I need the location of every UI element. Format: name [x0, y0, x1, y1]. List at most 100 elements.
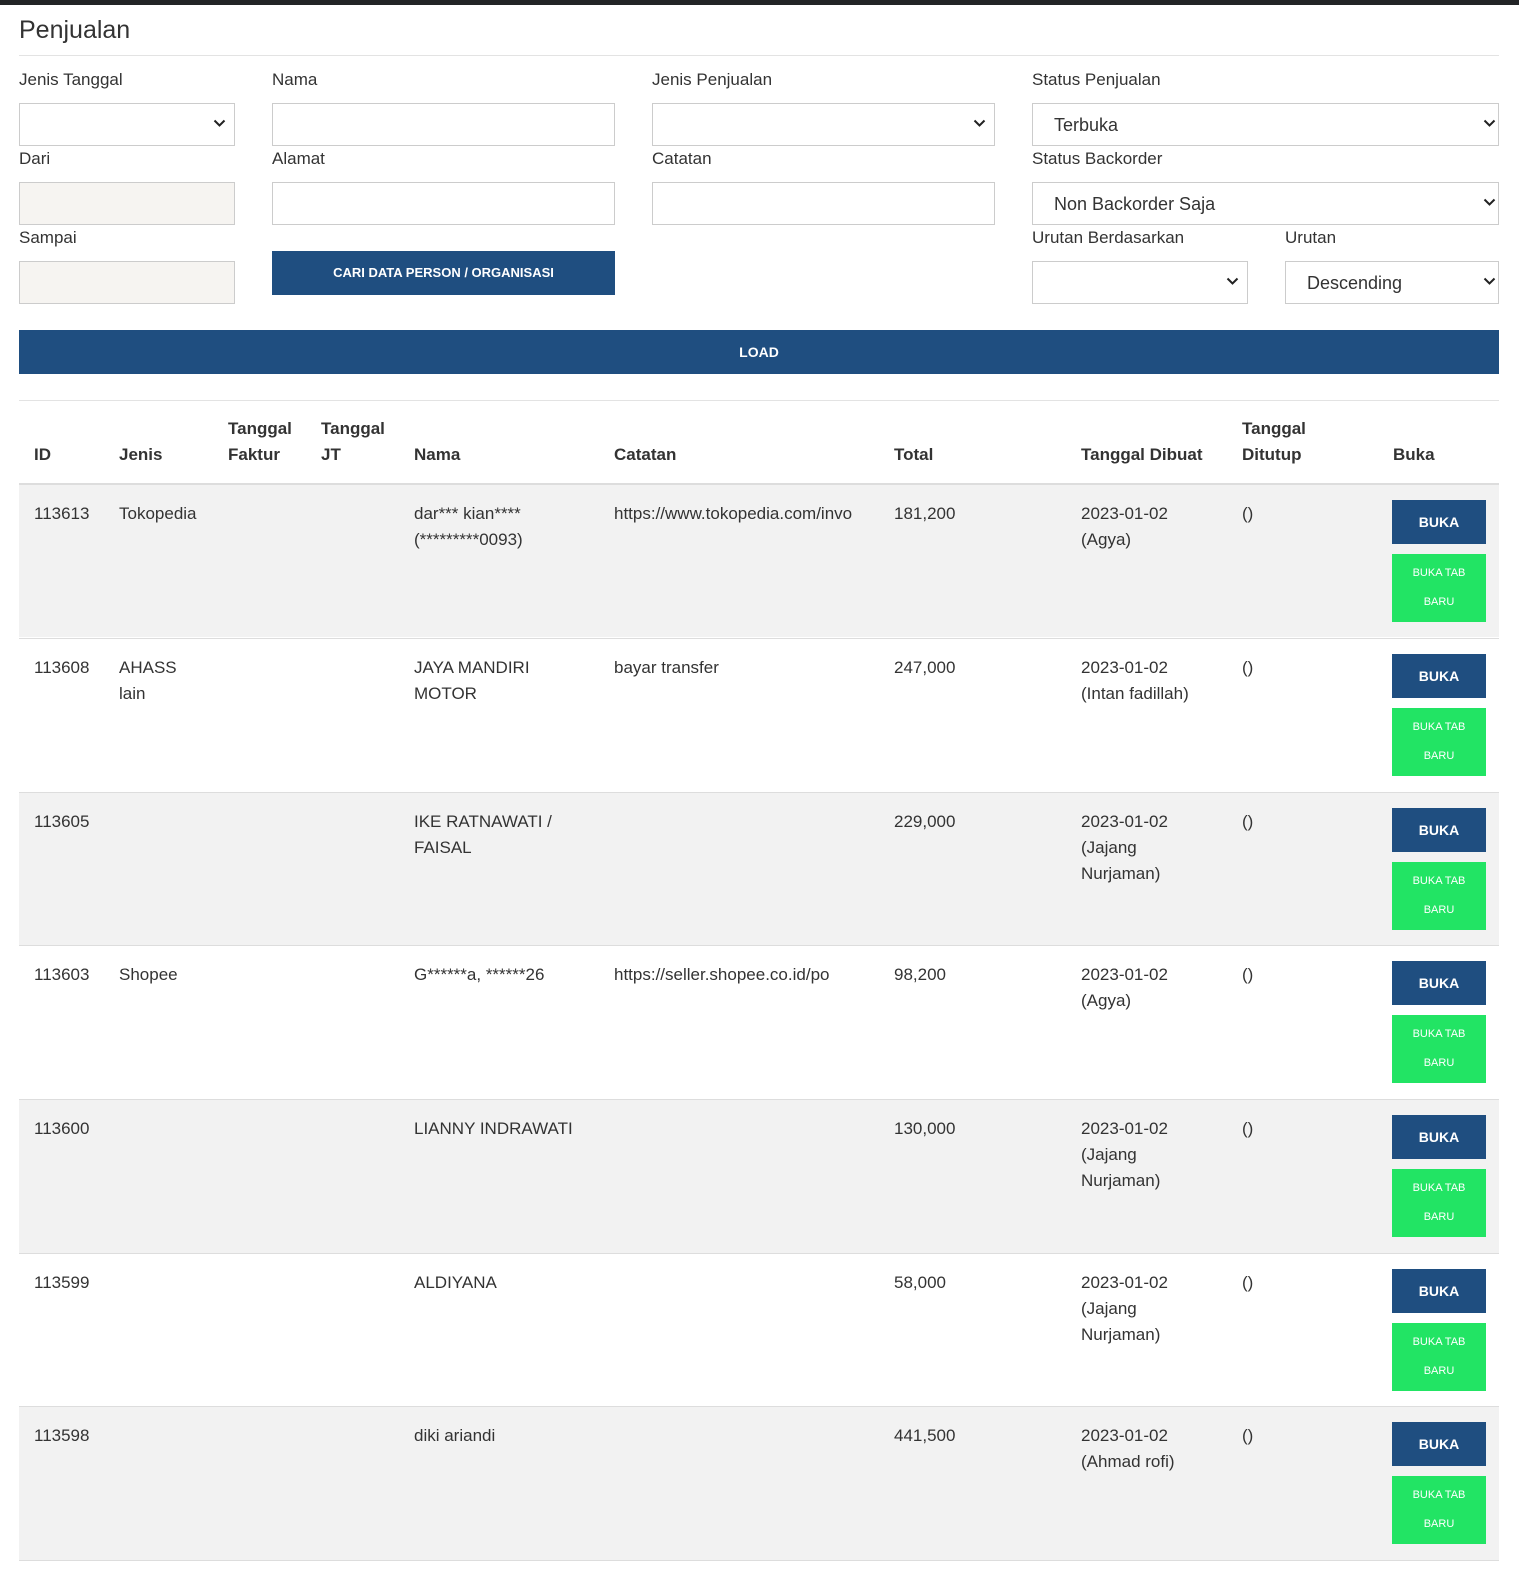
baru-label: BARU: [1423, 1365, 1455, 1377]
top-bar: [0, 0, 1519, 5]
section-divider: [19, 400, 1499, 401]
load-button[interactable]: LOAD: [19, 330, 1499, 374]
buka-tab-label: BUKA TAB: [1412, 567, 1466, 579]
cell-tanggal-ditutup: (): [1242, 965, 1254, 984]
buka-tab-baru-button[interactable]: BUKA TAB BARU: [1392, 1476, 1486, 1544]
cari-data-person-button[interactable]: CARI DATA PERSON / ORGANISASI: [272, 251, 615, 295]
status-penjualan-select[interactable]: Terbuka: [1032, 103, 1499, 146]
dari-date-input[interactable]: [19, 182, 235, 225]
urutan-berdasarkan-select[interactable]: [1032, 261, 1248, 304]
status-backorder-label: Status Backorder: [1032, 149, 1163, 168]
header-catatan[interactable]: Catatan: [614, 442, 676, 468]
cell-id: 113603: [34, 965, 90, 984]
cell-catatan: https://www.tokopedia.com/invo: [614, 504, 853, 523]
buka-button[interactable]: BUKA: [1392, 961, 1486, 1005]
cell-total: 58,000: [894, 1273, 946, 1292]
chevron-down-icon: [213, 119, 226, 127]
status-backorder-select[interactable]: Non Backorder Saja: [1032, 182, 1499, 225]
sampai-date-input[interactable]: [19, 261, 235, 304]
buka-tab-baru-button[interactable]: BUKA TAB BARU: [1392, 554, 1486, 622]
cell-tanggal-ditutup: (): [1242, 1426, 1254, 1445]
cell-id: 113599: [34, 1273, 90, 1292]
urutan-value: Descending: [1307, 273, 1403, 293]
buka-tab-label: BUKA TAB: [1412, 1182, 1466, 1194]
header-tanggal-dibuat[interactable]: Tanggal Dibuat: [1081, 442, 1203, 468]
header-nama[interactable]: Nama: [414, 442, 460, 468]
cell-tanggal-ditutup: (): [1242, 504, 1254, 523]
buka-button[interactable]: BUKA: [1392, 1422, 1486, 1466]
table-row: 113599 ALDIYANA 58,000 2023-01-02 (Jajan…: [19, 1253, 1499, 1407]
cell-total: 130,000: [894, 1119, 956, 1138]
cell-nama: diki ariandi: [414, 1426, 496, 1445]
buka-tab-baru-button[interactable]: BUKA TAB BARU: [1392, 1323, 1486, 1391]
header-tanggal-ditutup[interactable]: Tanggal Ditutup: [1242, 416, 1306, 468]
status-backorder-value: Non Backorder Saja: [1054, 194, 1216, 214]
cell-tanggal-dibuat: 2023-01-02 (Jajang Nurjaman): [1081, 812, 1168, 883]
catatan-label: Catatan: [652, 149, 712, 168]
urutan-select[interactable]: Descending: [1285, 261, 1499, 304]
buka-tab-label: BUKA TAB: [1412, 875, 1466, 887]
header-tanggal-jt[interactable]: Tanggal JT: [321, 416, 385, 468]
alamat-input[interactable]: [272, 182, 615, 225]
header-id[interactable]: ID: [34, 442, 51, 468]
buka-tab-baru-button[interactable]: BUKA TAB BARU: [1392, 708, 1486, 776]
cell-total: 441,500: [894, 1426, 956, 1445]
table-row: 113603 Shopee G******a, ******26 https:/…: [19, 945, 1499, 1099]
urutan-berdasarkan-label: Urutan Berdasarkan: [1032, 228, 1185, 247]
cell-tanggal-ditutup: (): [1242, 812, 1254, 831]
chevron-down-icon: [1483, 119, 1496, 127]
header-tanggal-faktur[interactable]: Tanggal Faktur: [228, 416, 292, 468]
dari-label: Dari: [19, 149, 51, 168]
buka-tab-baru-button[interactable]: BUKA TAB BARU: [1392, 862, 1486, 930]
cell-nama: IKE RATNAWATI / FAISAL: [414, 812, 552, 857]
status-penjualan-label: Status Penjualan: [1032, 70, 1161, 89]
header-jenis[interactable]: Jenis: [119, 442, 162, 468]
chevron-down-icon: [973, 119, 986, 127]
cell-tanggal-ditutup: (): [1242, 1119, 1254, 1138]
jenis-tanggal-select[interactable]: [19, 103, 235, 146]
table-row: 113613 Tokopedia dar*** kian**** (******…: [19, 483, 1499, 637]
cell-nama: ALDIYANA: [414, 1273, 497, 1292]
table-row: 113608 AHASS lain JAYA MANDIRI MOTOR bay…: [19, 638, 1499, 792]
buka-tab-label: BUKA TAB: [1412, 1336, 1466, 1348]
sampai-label: Sampai: [19, 228, 77, 247]
buka-button[interactable]: BUKA: [1392, 1115, 1486, 1159]
nama-input[interactable]: [272, 103, 615, 146]
table-row: 113600 LIANNY INDRAWATI 130,000 2023-01-…: [19, 1099, 1499, 1253]
buka-tab-label: BUKA TAB: [1412, 1028, 1466, 1040]
baru-label: BARU: [1423, 1057, 1455, 1069]
cell-jenis: Tokopedia: [119, 504, 197, 523]
buka-button[interactable]: BUKA: [1392, 500, 1486, 544]
cell-catatan: bayar transfer: [614, 658, 719, 677]
title-divider: [19, 55, 1499, 56]
cell-tanggal-dibuat: 2023-01-02 (Intan fadillah): [1081, 658, 1189, 703]
alamat-label: Alamat: [272, 149, 325, 168]
table-row: 113598 diki ariandi 441,500 2023-01-02 (…: [19, 1406, 1499, 1561]
catatan-input[interactable]: [652, 182, 995, 225]
baru-label: BARU: [1423, 596, 1455, 608]
cell-total: 247,000: [894, 658, 956, 677]
buka-button[interactable]: BUKA: [1392, 808, 1486, 852]
cell-nama: LIANNY INDRAWATI: [414, 1119, 573, 1138]
buka-tab-baru-button[interactable]: BUKA TAB BARU: [1392, 1169, 1486, 1237]
cell-tanggal-ditutup: (): [1242, 658, 1254, 677]
baru-label: BARU: [1423, 904, 1455, 916]
chevron-down-icon: [1483, 198, 1496, 206]
cell-jenis: AHASS lain: [119, 658, 177, 703]
jenis-tanggal-label: Jenis Tanggal: [19, 70, 123, 89]
cell-id: 113598: [34, 1426, 90, 1445]
buka-button[interactable]: BUKA: [1392, 654, 1486, 698]
jenis-penjualan-select[interactable]: [652, 103, 995, 146]
cell-nama: G******a, ******26: [414, 965, 545, 984]
buka-tab-baru-button[interactable]: BUKA TAB BARU: [1392, 1015, 1486, 1083]
baru-label: BARU: [1423, 1518, 1455, 1530]
cell-id: 113600: [34, 1119, 90, 1138]
header-total[interactable]: Total: [894, 442, 933, 468]
buka-button[interactable]: BUKA: [1392, 1269, 1486, 1313]
cell-total: 181,200: [894, 504, 956, 523]
buka-tab-label: BUKA TAB: [1412, 1489, 1466, 1501]
cell-total: 98,200: [894, 965, 946, 984]
cell-jenis: Shopee: [119, 965, 178, 984]
baru-label: BARU: [1423, 1211, 1455, 1223]
cell-tanggal-dibuat: 2023-01-02 (Agya): [1081, 965, 1168, 1010]
